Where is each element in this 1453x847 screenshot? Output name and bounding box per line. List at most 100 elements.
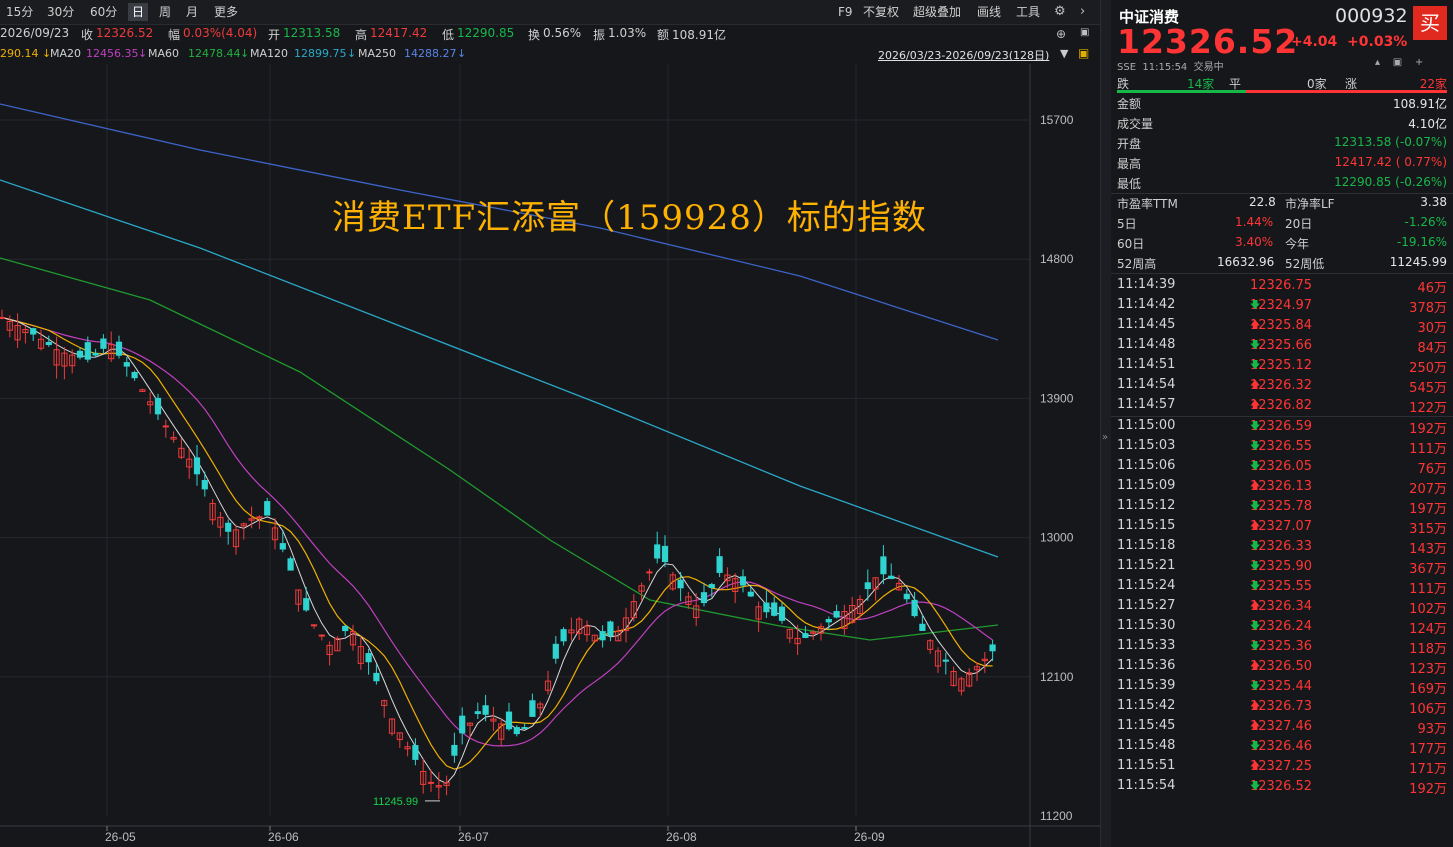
x-tick-label: 26-07 bbox=[458, 830, 489, 844]
price-change-pct: +0.03% bbox=[1347, 34, 1408, 50]
period-30min-button[interactable]: 30分 bbox=[43, 3, 78, 21]
kline-chart[interactable]: 15700 14800 13900 13000 12100 11200 26-05 26-06… bbox=[0, 64, 1100, 847]
period-month-button[interactable]: 月 bbox=[182, 3, 202, 21]
chevron-right-icon[interactable]: › bbox=[1080, 4, 1085, 19]
tick-time: 11:15:42 bbox=[1117, 698, 1176, 713]
candle-body bbox=[708, 584, 715, 588]
f9-button[interactable]: F9 bbox=[838, 3, 853, 21]
tag-icon[interactable]: ▴ bbox=[1375, 57, 1380, 68]
tick-row: 11:15:30 12326.24 🡇 124万 bbox=[1117, 617, 1447, 637]
y-tick-label: 13900 bbox=[1040, 391, 1074, 405]
tick-row: 11:14:45 12325.84 🡅 30万 bbox=[1117, 316, 1447, 336]
arrow-down-icon: ↓ bbox=[138, 47, 148, 60]
candle-body bbox=[287, 558, 294, 571]
dropdown-triangle-icon[interactable]: ▼ bbox=[1060, 47, 1068, 60]
link-icon[interactable]: ⊕ bbox=[1056, 27, 1066, 41]
candle-body bbox=[482, 705, 489, 715]
tick-time: 11:15:15 bbox=[1117, 518, 1176, 533]
quote-panel: 中证消费 000932 买 12326.52 +4.04 +0.03% SSE … bbox=[1111, 0, 1453, 847]
tick-volume: 192万 bbox=[1409, 422, 1447, 437]
overlay-button[interactable]: 超级叠加 bbox=[913, 3, 961, 21]
candle-body bbox=[654, 544, 661, 559]
tick-volume: 143万 bbox=[1409, 542, 1447, 557]
candle-body bbox=[0, 316, 6, 319]
ratio-row-5d: 5日 1.44% 20日 -1.26% bbox=[1117, 213, 1447, 233]
tick-time: 11:15:45 bbox=[1117, 718, 1176, 733]
candle-body bbox=[45, 341, 52, 345]
tick-time: 11:15:27 bbox=[1117, 598, 1176, 613]
wp-icon[interactable]: ▣ bbox=[1080, 27, 1089, 38]
ratio-value: 3.40% bbox=[1235, 235, 1274, 249]
tick-volume: 46万 bbox=[1417, 281, 1447, 296]
candle-body bbox=[747, 591, 754, 597]
candle-body bbox=[318, 634, 325, 637]
add-icon[interactable]: + bbox=[1415, 57, 1423, 68]
tick-row: 11:15:15 12327.07 🡅 315万 bbox=[1117, 517, 1447, 537]
tick-row: 11:14:42 12324.97 🡇 378万 bbox=[1117, 296, 1447, 316]
tick-time: 11:15:48 bbox=[1117, 738, 1176, 753]
period-day-button[interactable]: 日 bbox=[128, 3, 149, 21]
lock-icon[interactable]: ▣ bbox=[1393, 57, 1402, 68]
candle-body bbox=[84, 342, 91, 360]
tick-row: 11:15:42 12326.73 🡅 106万 bbox=[1117, 697, 1447, 717]
ratio-label: 今年 bbox=[1285, 237, 1310, 251]
stat-label: 开盘 bbox=[1117, 137, 1142, 151]
tick-volume: 207万 bbox=[1409, 482, 1447, 497]
change-label: 幅 bbox=[168, 28, 181, 42]
ma120-label: MA120 bbox=[250, 47, 289, 60]
y-tick-label: 11200 bbox=[1040, 809, 1073, 823]
tools-button[interactable]: 工具 bbox=[1016, 3, 1040, 21]
tick-volume: 169万 bbox=[1409, 682, 1447, 697]
tick-time: 11:15:21 bbox=[1117, 558, 1176, 573]
candle-body bbox=[92, 352, 99, 356]
lock-icon[interactable]: ▣ bbox=[1078, 46, 1089, 60]
turnover-value: 0.56% bbox=[543, 26, 582, 40]
candle-body bbox=[505, 711, 513, 730]
overlay-title: 消费ETF汇添富（159928）标的指数 bbox=[332, 198, 927, 238]
tick-time: 11:15:39 bbox=[1117, 678, 1176, 693]
kline-svg: 15700 14800 13900 13000 12100 11200 26-05 26-06… bbox=[0, 64, 1100, 847]
candle-body bbox=[279, 543, 286, 550]
tick-row: 11:15:24 12325.55 🡇 111万 bbox=[1117, 577, 1447, 597]
tick-volume: 177万 bbox=[1409, 742, 1447, 757]
arrow-down-icon: 🡇 bbox=[1250, 781, 1261, 792]
ratio-label: 52周高 bbox=[1117, 257, 1157, 271]
buy-button[interactable]: 买 bbox=[1413, 6, 1447, 40]
period-60min-button[interactable]: 60分 bbox=[86, 3, 121, 21]
stat-value: 108.91亿 bbox=[1393, 97, 1447, 111]
candle-body bbox=[771, 602, 778, 616]
tick-time: 11:14:48 bbox=[1117, 337, 1176, 352]
adjust-button[interactable]: 不复权 bbox=[863, 3, 899, 21]
arrow-down-icon: 🡇 bbox=[1250, 461, 1261, 472]
tick-row: 11:15:51 12327.25 🡅 171万 bbox=[1117, 757, 1447, 777]
tick-row: 11:14:57 12326.82 🡅 122万 bbox=[1117, 396, 1447, 416]
tick-time: 11:14:45 bbox=[1117, 317, 1176, 332]
arrow-down-icon: 🡇 bbox=[1250, 501, 1261, 512]
candle-body bbox=[459, 715, 466, 734]
candle-body bbox=[342, 625, 349, 632]
tick-row: 11:15:48 12326.46 🡇 177万 bbox=[1117, 737, 1447, 757]
tick-time: 11:15:30 bbox=[1117, 618, 1176, 633]
ratio-value: -1.26% bbox=[1404, 215, 1447, 229]
settings-icon[interactable]: ⚙ bbox=[1054, 4, 1066, 19]
y-tick-label: 12100 bbox=[1040, 670, 1074, 684]
tick-volume: 378万 bbox=[1409, 301, 1447, 316]
y-tick-label: 14800 bbox=[1040, 252, 1074, 266]
period-15min-button[interactable]: 15分 bbox=[2, 3, 37, 21]
candle-body bbox=[427, 781, 435, 784]
tick-volume: 315万 bbox=[1409, 522, 1447, 537]
collapse-icon[interactable]: » bbox=[1102, 432, 1108, 443]
arrow-up-icon: 🡅 bbox=[1250, 320, 1261, 331]
date-range-selector[interactable]: 2026/03/23-2026/09/23(128日) bbox=[878, 47, 1049, 63]
candle-body bbox=[162, 425, 169, 428]
candle-body bbox=[864, 582, 871, 590]
arrow-down-icon: 🡇 bbox=[1250, 561, 1261, 572]
ma60-label: MA60 bbox=[148, 47, 180, 60]
draw-button[interactable]: 画线 bbox=[977, 3, 1001, 21]
candle-body bbox=[646, 571, 653, 574]
period-week-button[interactable]: 周 bbox=[155, 3, 175, 21]
period-more-button[interactable]: 更多 bbox=[210, 3, 242, 21]
ratio-value: 22.8 bbox=[1249, 195, 1276, 209]
close-value: 12326.52 bbox=[96, 26, 154, 40]
candle-body bbox=[661, 545, 669, 563]
